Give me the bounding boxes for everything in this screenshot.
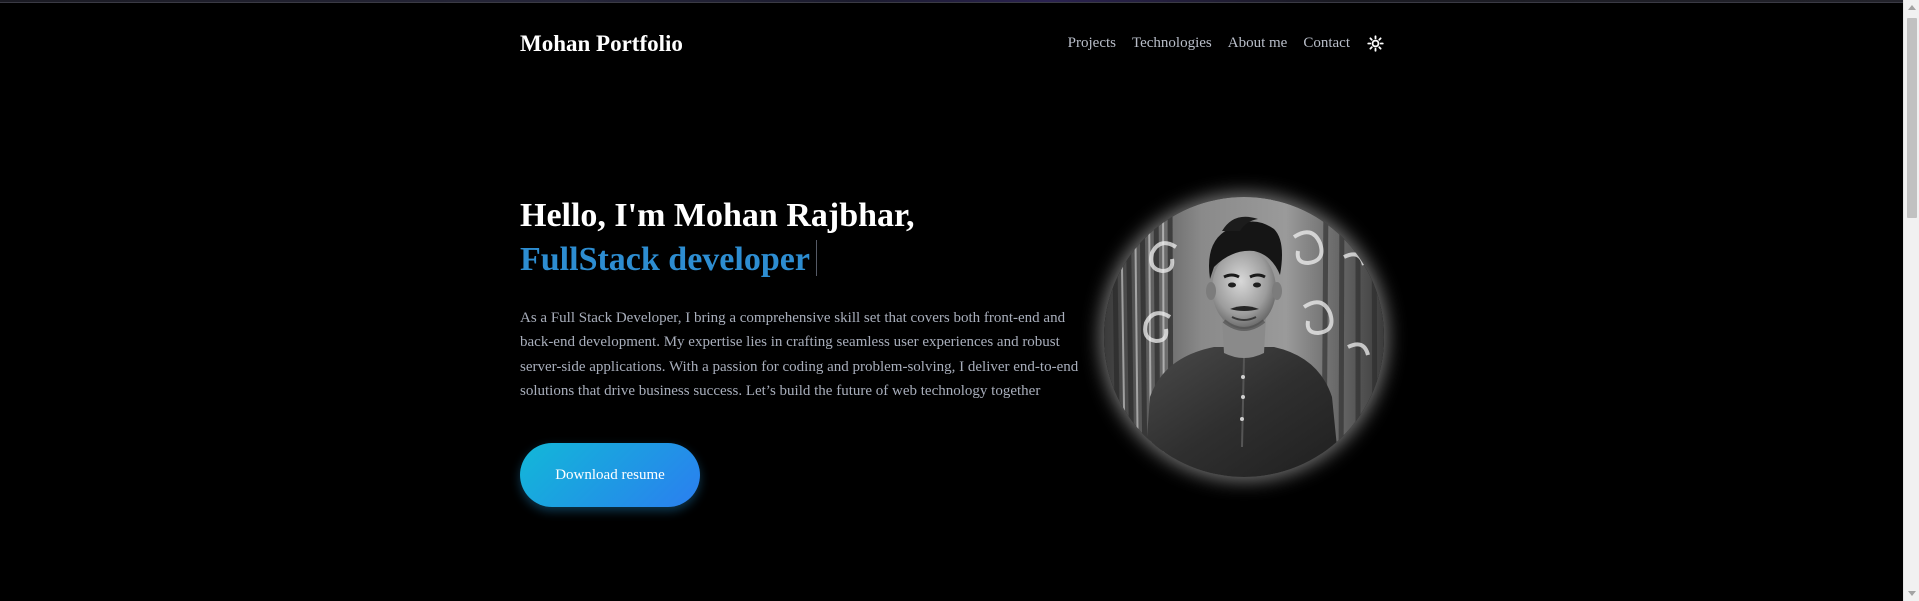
hero-role: FullStack developer bbox=[520, 241, 810, 278]
download-resume-button[interactable]: Download resume bbox=[520, 443, 700, 507]
browser-top-strip bbox=[0, 0, 1903, 3]
typing-caret bbox=[815, 240, 817, 276]
hero-description: As a Full Stack Developer, I bring a com… bbox=[520, 310, 1079, 399]
theme-toggle-button[interactable] bbox=[1366, 34, 1384, 52]
hero-role-line: FullStack developer bbox=[520, 238, 1082, 282]
nav-links: Projects Technologies About me Contact bbox=[1052, 34, 1384, 52]
hero-greeting: Hello, I'm Mohan Rajbhar, bbox=[520, 197, 915, 234]
page-scrollbar[interactable] bbox=[1903, 0, 1919, 601]
page: Mohan Portfolio Projects Technologies Ab… bbox=[0, 0, 1919, 601]
profile-photo bbox=[1104, 197, 1384, 477]
nav-link-technologies[interactable]: Technologies bbox=[1132, 35, 1212, 52]
nav-link-projects[interactable]: Projects bbox=[1068, 35, 1116, 52]
navbar: Mohan Portfolio Projects Technologies Ab… bbox=[520, 28, 1386, 60]
brand-logo[interactable]: Mohan Portfolio bbox=[520, 31, 683, 57]
sun-icon bbox=[1366, 34, 1384, 52]
profile-photo-image bbox=[1104, 197, 1384, 477]
nav-link-contact[interactable]: Contact bbox=[1303, 35, 1350, 52]
scrollbar-thumb[interactable] bbox=[1907, 18, 1917, 218]
hero-heading: Hello, I'm Mohan Rajbhar, FullStack deve… bbox=[520, 194, 1082, 282]
scroll-up-arrow-icon[interactable] bbox=[1908, 5, 1916, 10]
hero-section: Hello, I'm Mohan Rajbhar, FullStack deve… bbox=[520, 194, 1082, 403]
scroll-down-arrow-icon[interactable] bbox=[1908, 591, 1916, 596]
nav-link-about[interactable]: About me bbox=[1228, 35, 1288, 52]
